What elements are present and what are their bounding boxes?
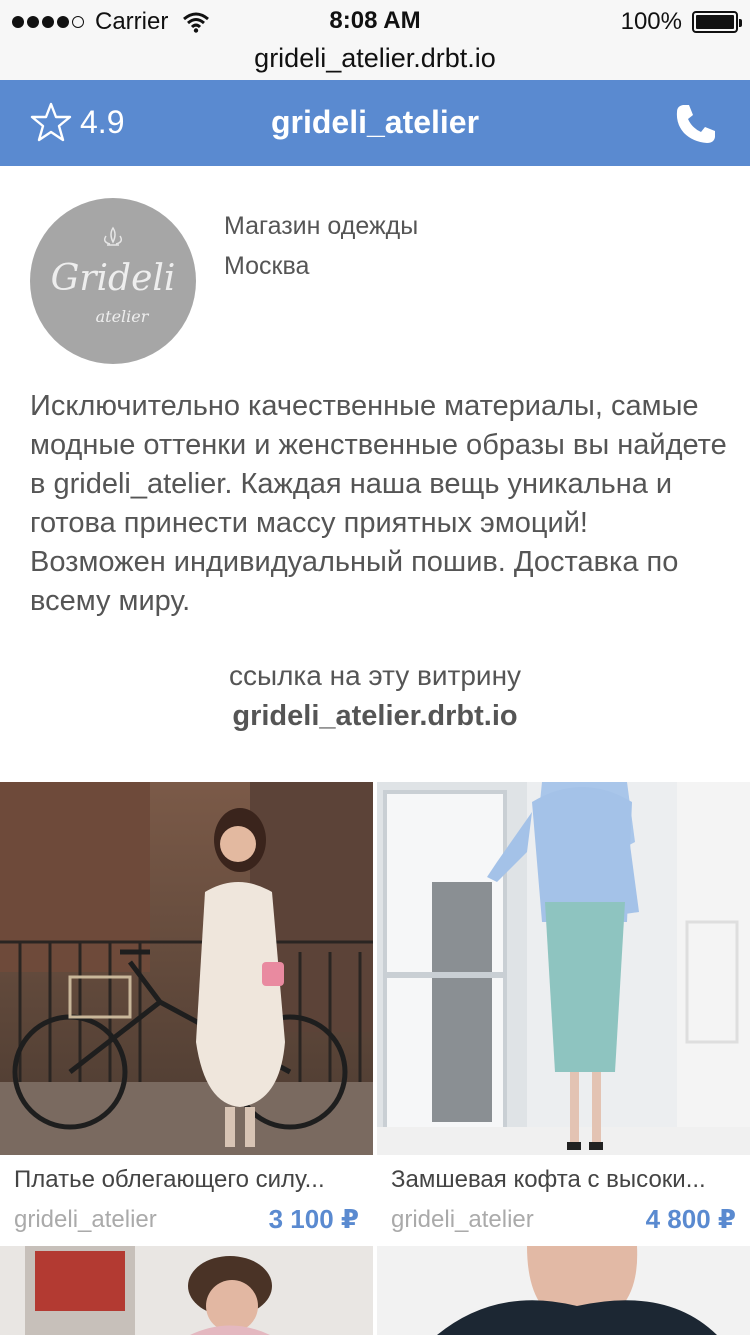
battery-status: 100%: [620, 8, 742, 36]
store-info: Магазин одежды Москва: [224, 206, 418, 286]
address-bar[interactable]: grideli_atelier.drbt.io: [0, 40, 750, 80]
product-title: Замшевая кофта с высоки...: [391, 1166, 706, 1193]
store-city: Москва: [224, 252, 310, 280]
storefront-link-caption: ссылка на эту витрину: [228, 660, 522, 691]
product-photo: [0, 782, 373, 1155]
store-category: Магазин одежды: [224, 212, 419, 240]
battery-percent: 100%: [620, 8, 682, 35]
product-card[interactable]: Платье облегающего силу... grideli_ateli…: [0, 782, 373, 1252]
product-photo: [0, 1246, 373, 1335]
battery-icon: [692, 11, 742, 33]
status-bar: Carrier 8:08 AM 100%: [0, 0, 750, 40]
store-header: 4.9 grideli_atelier: [0, 80, 750, 166]
product-price: 4 800 ₽: [645, 1204, 736, 1234]
product-photo: [377, 782, 750, 1155]
store-description: Исключительно качественные материалы, са…: [30, 390, 727, 617]
store-title: grideli_atelier: [270, 104, 480, 140]
product-photo: [377, 1246, 750, 1335]
svg-text:Grideli: Grideli: [51, 258, 176, 299]
product-shop: grideli_atelier: [14, 1206, 157, 1233]
product-card[interactable]: [377, 1246, 750, 1335]
grideli-logo: Grideli atelier: [51, 226, 176, 326]
product-title: Платье облегающего силу...: [14, 1166, 325, 1193]
svg-text:atelier: atelier: [96, 307, 150, 326]
product-card[interactable]: Замшевая кофта с высоки... grideli_ateli…: [377, 782, 750, 1252]
storefront-link[interactable]: grideli_atelier.drbt.io: [0, 700, 750, 733]
product-card[interactable]: [0, 1246, 373, 1335]
phone-icon[interactable]: [674, 102, 718, 146]
product-shop: grideli_atelier: [391, 1206, 534, 1233]
product-price: 3 100 ₽: [268, 1204, 359, 1234]
store-avatar: Grideli atelier: [30, 198, 196, 364]
